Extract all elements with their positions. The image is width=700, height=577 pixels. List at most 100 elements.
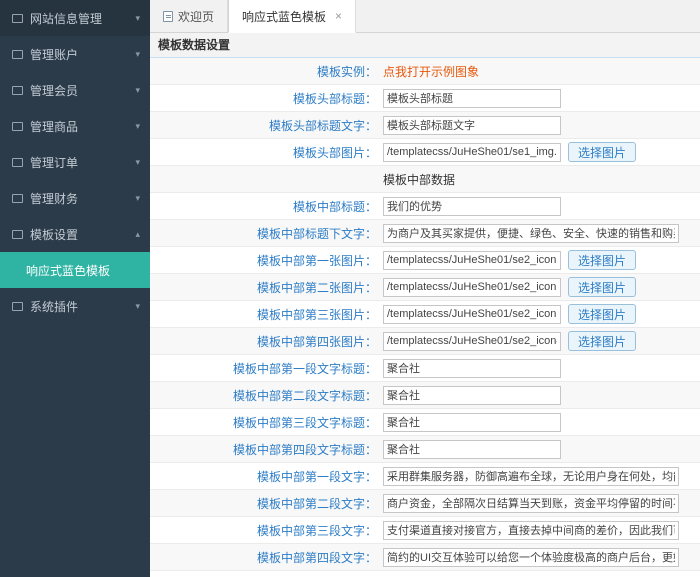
tab-blue-template[interactable]: 响应式蓝色模板 × — [228, 0, 356, 33]
form-row: 模板中部标题下文字： — [150, 220, 700, 247]
form-row: 模板中部第四段文字标题： — [150, 436, 700, 463]
sidebar-item-orders[interactable]: 管理订单 ▾ — [0, 144, 150, 180]
form-row: 模板中部标题： — [150, 193, 700, 220]
form-row: 模板中部第二张图片： 选择图片 — [150, 274, 700, 301]
open-example-image-link[interactable]: 点我打开示例图象 — [383, 63, 479, 80]
form-rows: 模板实例：点我打开示例图象模板头部标题：模板头部标题文字：模板头部图片：选择图片… — [150, 58, 700, 577]
field-label: 模板中部第三张图片： — [150, 306, 383, 323]
field-label: 模板中部第二段文字： — [150, 495, 383, 512]
image-path-input[interactable] — [383, 278, 561, 297]
monitor-icon — [12, 122, 23, 131]
field-label: 模板中部第二段文字标题： — [150, 387, 383, 404]
field-label: 模板中部第二张图片： — [150, 279, 383, 296]
form-row: 模板中部第三段文字标题： — [150, 409, 700, 436]
image-path-input[interactable] — [383, 305, 561, 324]
form-row: 模板头部标题文字： — [150, 112, 700, 139]
monitor-icon — [12, 302, 23, 311]
text-input[interactable] — [383, 413, 561, 432]
text-input[interactable] — [383, 197, 561, 216]
form-row: 模板头部标题： — [150, 85, 700, 112]
text-input[interactable] — [383, 116, 561, 135]
text-input[interactable] — [383, 359, 561, 378]
field-label: 模板中部标题下文字： — [150, 225, 383, 242]
sidebar-item-label: 管理账户 — [30, 46, 135, 63]
monitor-icon — [12, 50, 23, 59]
tab-bar: 欢迎页 响应式蓝色模板 × — [150, 0, 700, 33]
choose-image-button[interactable]: 选择图片 — [568, 250, 636, 270]
sidebar-item-label: 管理财务 — [30, 190, 135, 207]
text-input[interactable] — [383, 89, 561, 108]
form-row: 模板中部第三段文字： — [150, 517, 700, 544]
monitor-icon — [12, 14, 23, 23]
app-window: 网站信息管理 ▾ 管理账户 ▾ 管理会员 ▾ 管理商品 ▾ 管理订单 ▾ 管理财… — [0, 0, 700, 577]
form-row: 模板中部第三张图片： 选择图片 — [150, 301, 700, 328]
field-label: 模板中部第一段文字： — [150, 468, 383, 485]
field-label: 模板头部标题文字： — [150, 117, 383, 134]
tab-welcome[interactable]: 欢迎页 — [150, 0, 228, 32]
chevron-down-icon: ▾ — [135, 121, 140, 132]
text-input[interactable] — [383, 440, 561, 459]
text-input[interactable] — [383, 548, 679, 567]
tab-label: 欢迎页 — [178, 8, 214, 25]
sidebar-item-finance[interactable]: 管理财务 ▾ — [0, 180, 150, 216]
field-label: 模板中部第一段文字标题： — [150, 360, 383, 377]
field-label: 模板中部标题： — [150, 198, 383, 215]
field-label: 模板中部第四张图片： — [150, 333, 383, 350]
chevron-down-icon: ▾ — [135, 193, 140, 204]
sidebar-item-label: 管理商品 — [30, 118, 135, 135]
form-row: 模板中部第一段文字标题： — [150, 355, 700, 382]
text-input[interactable] — [383, 521, 679, 540]
form-row: 模板头部图片： 选择图片 — [150, 139, 700, 166]
document-icon — [163, 11, 173, 22]
field-label: 模板实例： — [150, 63, 383, 80]
chevron-down-icon: ▾ — [135, 49, 140, 60]
sidebar-item-site-info[interactable]: 网站信息管理 ▾ — [0, 0, 150, 36]
sidebar-item-label: 管理订单 — [30, 154, 135, 171]
sidebar-item-accounts[interactable]: 管理账户 ▾ — [0, 36, 150, 72]
choose-image-button[interactable]: 选择图片 — [568, 331, 636, 351]
sidebar-subitem-blue-template[interactable]: 响应式蓝色模板 — [0, 252, 150, 288]
chevron-down-icon: ▾ — [135, 301, 140, 312]
field-label: 模板中部第四段文字： — [150, 549, 383, 566]
field-label: 模板中部第三段文字： — [150, 522, 383, 539]
text-input[interactable] — [383, 467, 679, 486]
close-icon[interactable]: × — [335, 10, 342, 22]
form-row: 模板中部第四段文字： — [150, 544, 700, 571]
monitor-icon — [12, 230, 23, 239]
field-label: 模板头部图片： — [150, 144, 383, 161]
image-path-input[interactable] — [383, 251, 561, 270]
text-input[interactable] — [383, 224, 679, 243]
form-row: 模板中部第一段文字： — [150, 463, 700, 490]
choose-image-button[interactable]: 选择图片 — [568, 142, 636, 162]
field-label: 模板中部第一张图片： — [150, 252, 383, 269]
page-title: 模板数据设置 — [150, 33, 700, 58]
form-row: 模板实例：点我打开示例图象 — [150, 58, 700, 85]
form-row: 模板中部第二段文字标题： — [150, 382, 700, 409]
sidebar-item-label: 系统插件 — [30, 298, 135, 315]
field-label: 模板头部标题： — [150, 90, 383, 107]
monitor-icon — [12, 194, 23, 203]
tab-label: 响应式蓝色模板 — [242, 8, 326, 25]
sidebar-item-label: 网站信息管理 — [30, 10, 135, 27]
form-row: 模板中部第一张图片： 选择图片 — [150, 247, 700, 274]
form-row: 模板中部第二段文字： — [150, 490, 700, 517]
form-row: 模板中部第四张图片： 选择图片 — [150, 328, 700, 355]
sidebar-item-label: 模板设置 — [30, 226, 135, 243]
sidebar-item-products[interactable]: 管理商品 ▾ — [0, 108, 150, 144]
monitor-icon — [12, 86, 23, 95]
sidebar-item-template-settings[interactable]: 模板设置 ▴ — [0, 216, 150, 252]
chevron-down-icon: ▾ — [135, 85, 140, 96]
image-path-input[interactable] — [383, 143, 561, 162]
sidebar-item-members[interactable]: 管理会员 ▾ — [0, 72, 150, 108]
text-input[interactable] — [383, 494, 679, 513]
sidebar-item-plugins[interactable]: 系统插件 ▾ — [0, 288, 150, 324]
field-label: 模板中部第三段文字标题： — [150, 414, 383, 431]
sidebar-item-label: 管理会员 — [30, 82, 135, 99]
choose-image-button[interactable]: 选择图片 — [568, 277, 636, 297]
text-input[interactable] — [383, 386, 561, 405]
chevron-down-icon: ▾ — [135, 13, 140, 24]
image-path-input[interactable] — [383, 332, 561, 351]
choose-image-button[interactable]: 选择图片 — [568, 304, 636, 324]
section-label: 模板中部数据 — [383, 171, 455, 188]
monitor-icon — [12, 158, 23, 167]
